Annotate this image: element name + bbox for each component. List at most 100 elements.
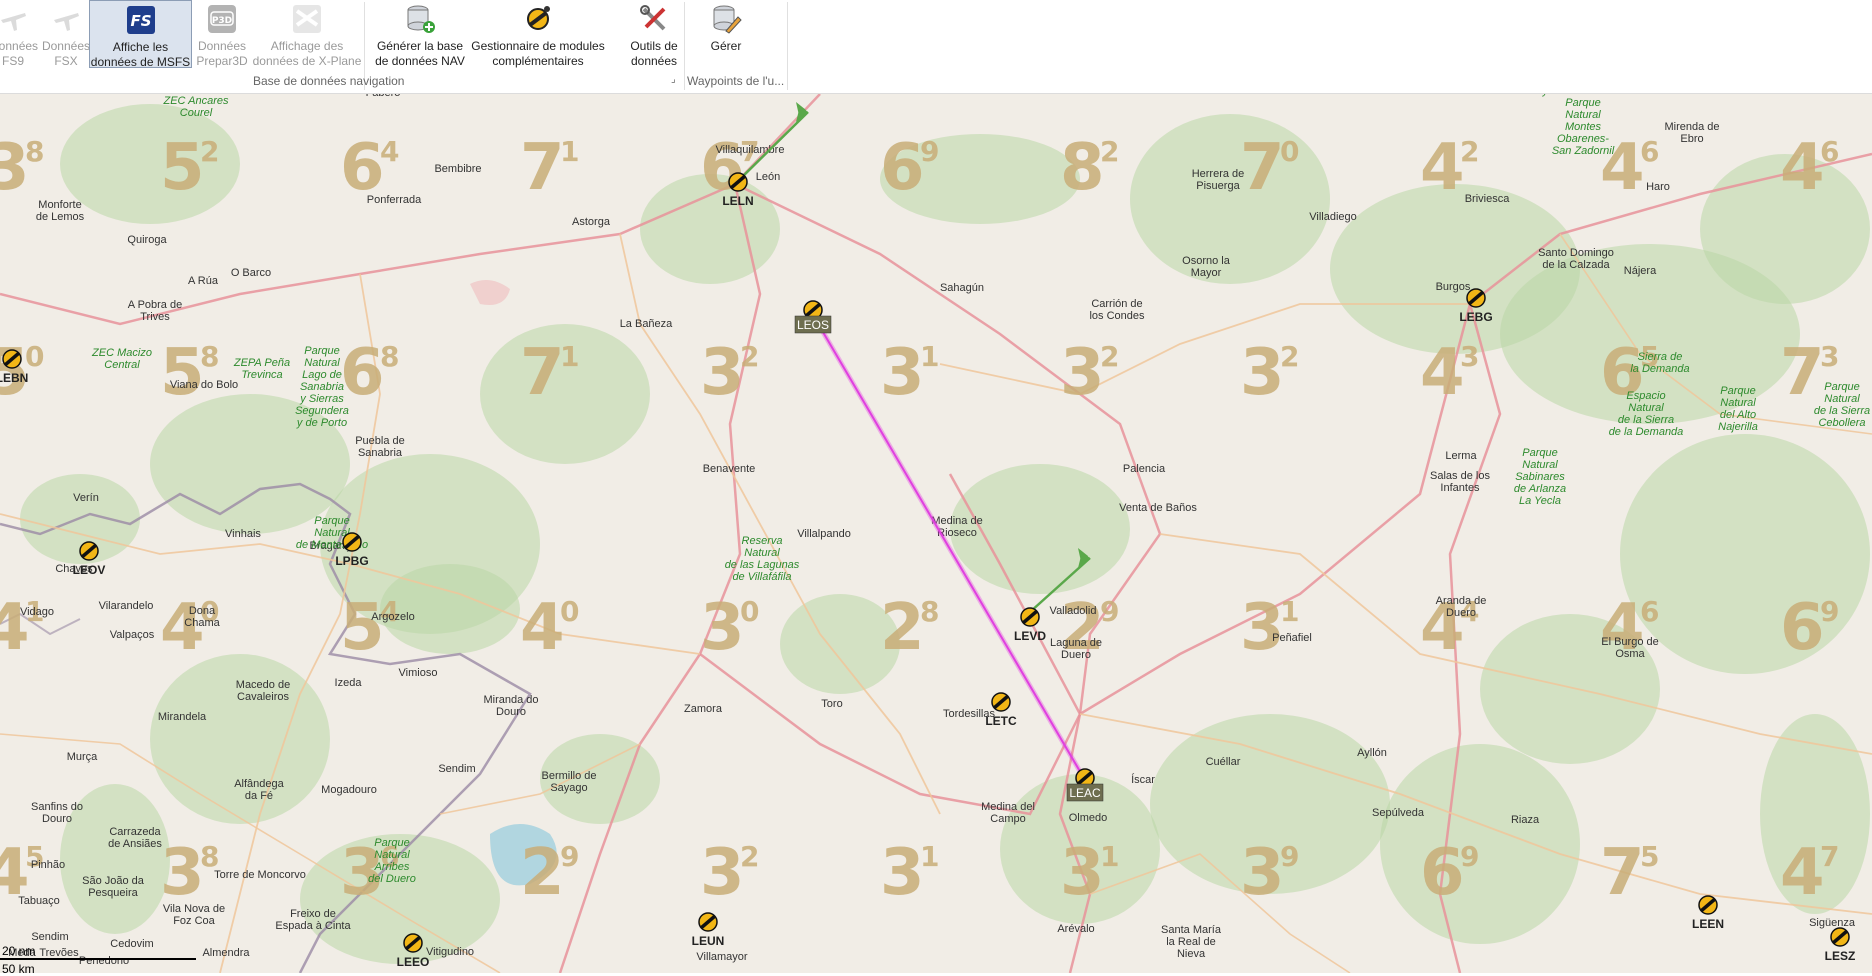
ribbon-button-1[interactable]: Données FSX bbox=[38, 0, 94, 68]
scale-km: 50 km bbox=[2, 962, 35, 976]
mora-digit: 3 bbox=[1240, 336, 1285, 410]
ribbon-toolbar: DonnéesFS9DonnéesFSX FS Affiche lesdonnées… bbox=[0, 0, 1872, 94]
mora-digit: 6 bbox=[1780, 591, 1825, 665]
town-label: Puebla de Sanabria bbox=[355, 435, 405, 459]
town-label: Villalpando bbox=[797, 528, 851, 540]
mora-superscript: 2 bbox=[200, 135, 219, 168]
town-label: Cuéllar bbox=[1206, 756, 1241, 768]
town-label: Arévalo bbox=[1057, 923, 1094, 935]
airport-code: LEBN bbox=[0, 371, 28, 385]
mora-digit: 3 bbox=[1240, 591, 1285, 665]
msfs-icon: FS bbox=[125, 4, 157, 38]
mora-superscript: 6 bbox=[1820, 135, 1839, 168]
mora-superscript: 2 bbox=[740, 340, 759, 373]
airport-icon bbox=[342, 532, 362, 552]
mora-digit: 3 bbox=[1060, 336, 1105, 410]
ribbon-button-0[interactable]: DonnéesFS9 bbox=[0, 0, 39, 68]
town-label: Izeda bbox=[335, 677, 363, 689]
town-label: Astorga bbox=[572, 216, 611, 228]
mora-superscript: 9 bbox=[920, 135, 939, 168]
ribbon-button-6[interactable]: Gestionnaire de modules complémentaires bbox=[470, 0, 606, 68]
ribbon-button-5[interactable]: Générer la base de données NAV bbox=[369, 0, 471, 68]
group-nav-label: Base de données navigation bbox=[253, 74, 405, 88]
ribbon-button-label: Outils de données bbox=[630, 39, 678, 68]
town-label: Venta de Baños bbox=[1119, 502, 1197, 514]
ribbon-button-4[interactable]: Affichage des données de X-Plane bbox=[251, 0, 363, 68]
town-label: Santo Domingo de la Calzada bbox=[1538, 247, 1614, 271]
mora-superscript: 8 bbox=[920, 595, 939, 628]
mora-digit: 5 bbox=[160, 336, 205, 410]
town-label: Sigüenza bbox=[1809, 917, 1856, 929]
ribbon-button-label: Gérer bbox=[710, 39, 742, 53]
ribbon-button-label: DonnéesFS9 bbox=[0, 39, 39, 68]
mora-superscript: 0 bbox=[25, 340, 44, 373]
ribbon-button-7[interactable]: Outils de données bbox=[617, 0, 691, 68]
mora-superscript: 0 bbox=[1280, 135, 1299, 168]
town-label: Villamayor bbox=[696, 951, 747, 963]
town-label: Benavente bbox=[703, 463, 756, 475]
mora-digit: 3 bbox=[700, 836, 745, 910]
svg-text:FS: FS bbox=[130, 12, 151, 30]
town-label: Burgos bbox=[1436, 281, 1471, 293]
airport-icon bbox=[1830, 927, 1850, 947]
ribbon-button-3[interactable]: P3D Données Prepar3D bbox=[194, 0, 250, 68]
mora-superscript: 7 bbox=[1820, 840, 1839, 873]
plane-icon bbox=[50, 3, 82, 37]
mora-digit: 3 bbox=[700, 336, 745, 410]
park-label: Parque Natural del Alto Najerilla bbox=[1718, 385, 1758, 433]
town-label: Ayllón bbox=[1357, 747, 1387, 759]
mora-digit: 4 bbox=[1420, 131, 1465, 205]
mora-superscript: 6 bbox=[1640, 595, 1659, 628]
mora-superscript: 2 bbox=[740, 840, 759, 873]
scale-bar bbox=[0, 958, 196, 960]
mora-digit: 6 bbox=[340, 336, 385, 410]
town-label: Palencia bbox=[1123, 463, 1166, 475]
town-label: Penedono bbox=[79, 955, 129, 967]
ribbon-button-8[interactable]: Gérer bbox=[694, 0, 758, 68]
ribbon-button-label: Gestionnaire de modules complémentaires bbox=[471, 39, 605, 68]
airport-icon bbox=[79, 541, 99, 561]
mora-digit: 3 bbox=[700, 591, 745, 665]
mora-digit: 3 bbox=[1240, 836, 1285, 910]
town-label: Sendim bbox=[438, 763, 475, 775]
town-label: Herrera de Pisuerga bbox=[1192, 168, 1245, 192]
map-view[interactable]: 3852647167698270424646505868713231323243… bbox=[0, 94, 1872, 973]
group-waypoints-label: Waypoints de l'u... bbox=[687, 74, 785, 88]
town-label: Villadiego bbox=[1309, 211, 1357, 223]
tools-icon bbox=[638, 3, 670, 37]
database-add-icon bbox=[404, 3, 436, 37]
town-label: Macedo de Cavaleiros bbox=[236, 679, 290, 703]
mora-digit: 7 bbox=[1600, 836, 1645, 910]
town-label: Ponferrada bbox=[367, 194, 422, 206]
town-label: Monforte de Lemos bbox=[36, 199, 85, 223]
town-label: Sahagún bbox=[940, 282, 984, 294]
mora-superscript: 9 bbox=[1280, 840, 1299, 873]
town-label: Mirandela bbox=[158, 711, 207, 723]
town-label: Vidago bbox=[20, 606, 54, 618]
mora-digit: 6 bbox=[880, 131, 925, 205]
town-label: Almendra bbox=[202, 947, 250, 959]
mora-superscript: 2 bbox=[1280, 340, 1299, 373]
park-label: Parque Natural Arribes del Duero bbox=[368, 837, 416, 885]
mora-superscript: 8 bbox=[200, 340, 219, 373]
town-label: Nájera bbox=[1624, 265, 1657, 277]
mora-superscript: 0 bbox=[560, 595, 579, 628]
ribbon-button-2[interactable]: FS Affiche les données de MSFS bbox=[89, 0, 192, 69]
airport-code: LEOV bbox=[73, 563, 106, 577]
town-label: Argozelo bbox=[371, 611, 414, 623]
airport-icon bbox=[403, 933, 423, 953]
town-label: São João da Pesqueira bbox=[82, 875, 145, 899]
airport-icon bbox=[1020, 607, 1040, 627]
group-launcher-icon[interactable]: ⌟ bbox=[671, 74, 676, 85]
airport-code: LEVD bbox=[1014, 629, 1046, 643]
town-label: Íscar bbox=[1131, 773, 1155, 786]
mora-digit: 3 bbox=[880, 336, 925, 410]
mora-digit: 7 bbox=[520, 131, 565, 205]
park-label: Sierra de la Demanda bbox=[1630, 351, 1689, 375]
town-label: Vilarandelo bbox=[99, 600, 154, 612]
mora-superscript: 1 bbox=[560, 135, 579, 168]
town-label: Zamora bbox=[684, 703, 723, 715]
mora-digit: 2 bbox=[520, 836, 565, 910]
town-label: Briviesca bbox=[1465, 193, 1511, 205]
map-canvas[interactable]: 38 52 64 71 67 69 82 70 42 46 4650 58 68 71 32 31 32 32 43… bbox=[0, 94, 1872, 973]
